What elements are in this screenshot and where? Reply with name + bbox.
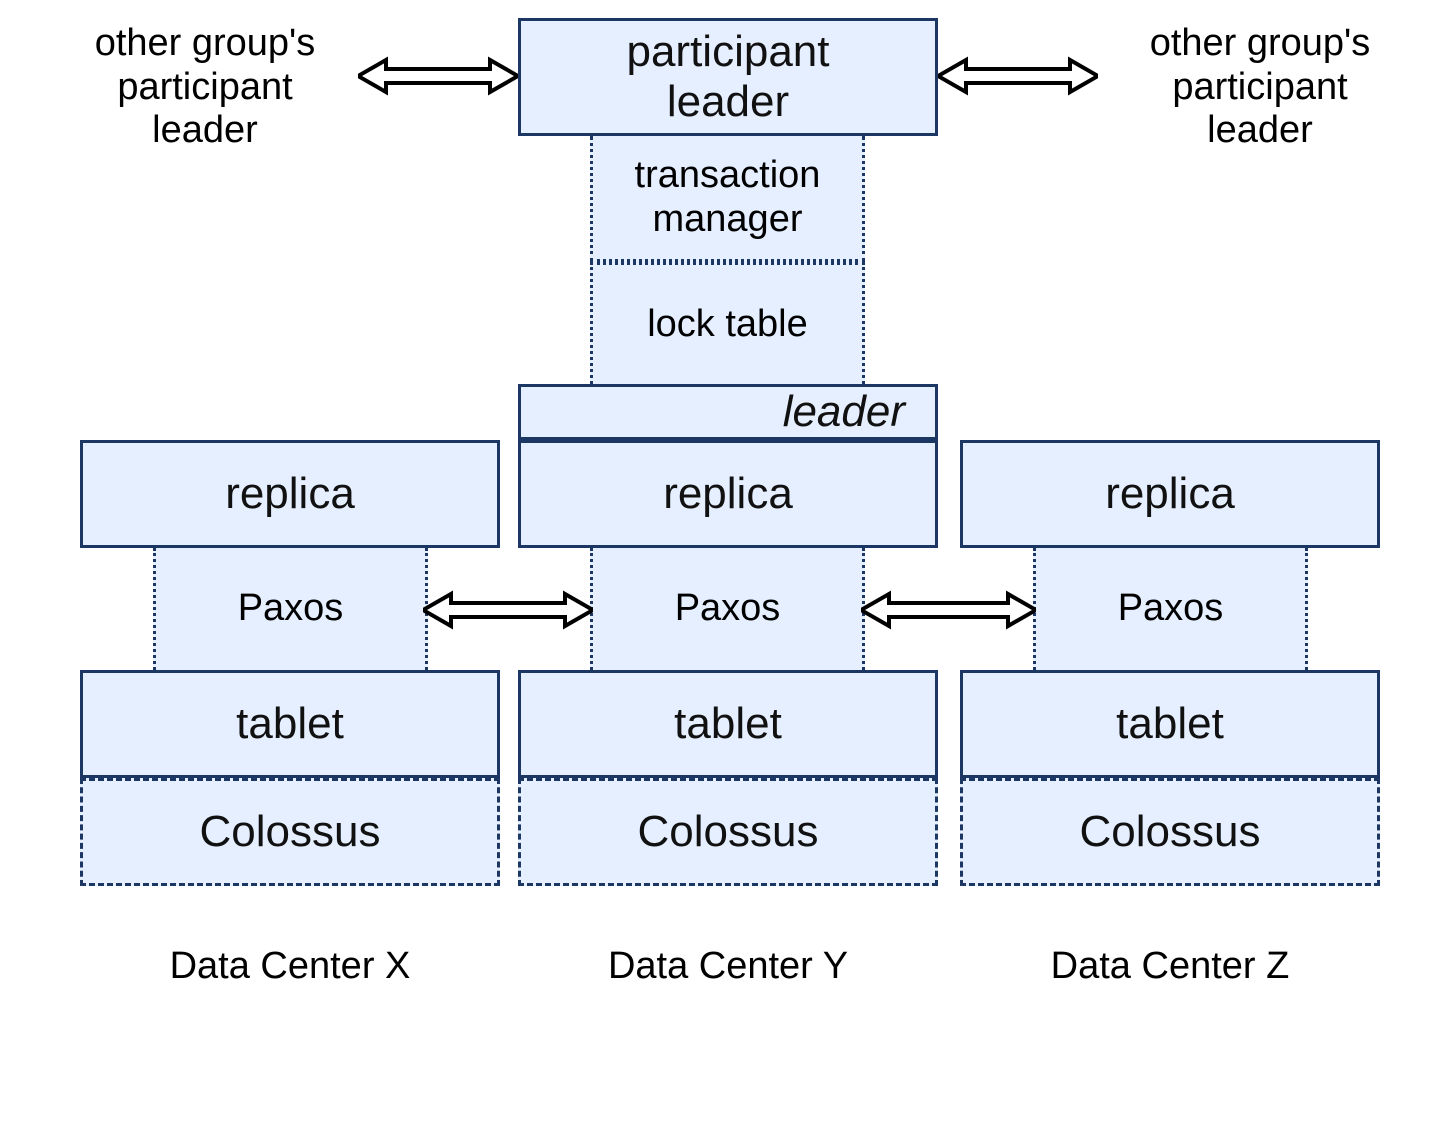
tablet-text-z: tablet xyxy=(1116,699,1224,749)
replica-box-y: replica xyxy=(518,440,938,548)
replica-text-z: replica xyxy=(1105,469,1235,519)
arrow-left-top xyxy=(358,56,518,96)
lock-table-box: lock table xyxy=(590,262,865,384)
tablet-box-z: tablet xyxy=(960,670,1380,778)
other-group-right-label: other group's participant leader xyxy=(1110,22,1410,153)
paxos-box-x: Paxos xyxy=(153,548,428,670)
lock-table-text: lock table xyxy=(647,303,808,347)
colossus-box-y: Colossus xyxy=(518,778,938,886)
participant-leader-box: participant leader xyxy=(518,18,938,136)
arrow-paxos-right xyxy=(861,590,1036,630)
tablet-text-y: tablet xyxy=(674,699,782,749)
colossus-text-z: Colossus xyxy=(1080,807,1261,857)
colossus-box-z: Colossus xyxy=(960,778,1380,886)
leader-strip-text: leader xyxy=(783,387,905,437)
replica-text-x: replica xyxy=(225,469,355,519)
replica-box-x: replica xyxy=(80,440,500,548)
leader-strip: leader xyxy=(518,384,938,440)
participant-leader-text: participant leader xyxy=(626,27,829,127)
dc-label-y: Data Center Y xyxy=(518,945,938,989)
transaction-manager-box: transaction manager xyxy=(590,136,865,262)
other-group-left-label: other group's participant leader xyxy=(55,22,355,153)
dc-label-z: Data Center Z xyxy=(960,945,1380,989)
replica-box-z: replica xyxy=(960,440,1380,548)
colossus-text-x: Colossus xyxy=(200,807,381,857)
dc-label-x: Data Center X xyxy=(80,945,500,989)
colossus-box-x: Colossus xyxy=(80,778,500,886)
tablet-box-y: tablet xyxy=(518,670,938,778)
paxos-box-z: Paxos xyxy=(1033,548,1308,670)
tablet-text-x: tablet xyxy=(236,699,344,749)
replica-text-y: replica xyxy=(663,469,793,519)
transaction-manager-text: transaction manager xyxy=(635,154,821,241)
paxos-text-x: Paxos xyxy=(238,587,344,631)
paxos-box-y: Paxos xyxy=(590,548,865,670)
paxos-text-y: Paxos xyxy=(675,587,781,631)
paxos-text-z: Paxos xyxy=(1118,587,1224,631)
arrow-right-top xyxy=(938,56,1098,96)
colossus-text-y: Colossus xyxy=(638,807,819,857)
arrow-paxos-left xyxy=(423,590,593,630)
tablet-box-x: tablet xyxy=(80,670,500,778)
